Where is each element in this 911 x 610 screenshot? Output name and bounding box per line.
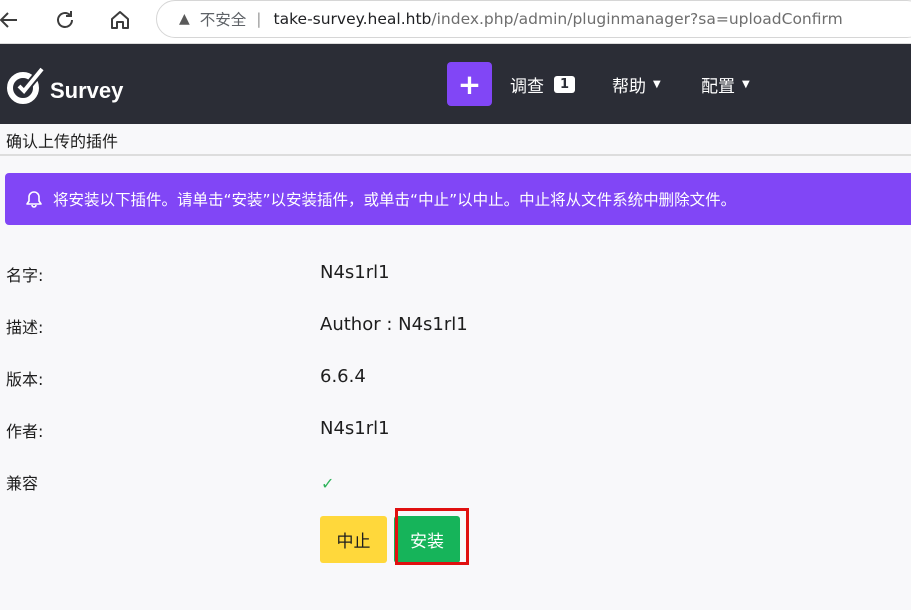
check-icon: ✓ — [321, 474, 335, 493]
url-path: /index.php/admin/pluginmanager?sa=upload… — [431, 10, 843, 28]
compatible-label: 兼容 — [6, 474, 39, 493]
help-menu-label: 帮助 — [612, 77, 646, 97]
browser-toolbar: ▲ 不安全 | take-survey.heal.htb/index.php/a… — [0, 0, 911, 44]
title-divider — [0, 154, 911, 156]
install-info-alert: 将安装以下插件。请单击“安装”以安装插件，或单击“中止”以中止。中止将从文件系统… — [5, 173, 911, 225]
install-highlight-box — [395, 508, 469, 565]
surveys-menu-label: 调查 — [510, 77, 544, 97]
address-separator: | — [256, 10, 262, 28]
author-label: 作者: — [6, 422, 44, 441]
description-value: Author : N4s1rl1 — [320, 314, 468, 335]
surveys-menu[interactable]: 调查 1 — [510, 72, 576, 97]
alert-message: 将安装以下插件。请单击“安装”以安装插件，或单击“中止”以中止。中止将从文件系统… — [53, 191, 737, 209]
surveys-count-badge: 1 — [554, 76, 576, 93]
create-survey-button[interactable]: + — [447, 62, 492, 106]
home-icon[interactable] — [105, 6, 135, 34]
description-label: 描述: — [6, 318, 44, 337]
configuration-menu[interactable]: 配置 ▼ — [701, 72, 750, 97]
chevron-down-icon: ▼ — [742, 79, 750, 90]
url-host: take-survey.heal.htb — [273, 10, 432, 28]
help-menu[interactable]: 帮助 ▼ — [612, 72, 661, 97]
name-label: 名字: — [6, 266, 44, 285]
version-value: 6.6.4 — [320, 366, 366, 387]
warning-triangle-icon[interactable]: ▲ — [179, 11, 190, 27]
bell-icon — [25, 190, 43, 208]
survey-logo-icon[interactable] — [5, 62, 46, 106]
configuration-menu-label: 配置 — [701, 77, 735, 97]
page-title: 确认上传的插件 — [6, 132, 119, 151]
reload-icon[interactable] — [50, 6, 80, 34]
address-bar[interactable]: ▲ 不安全 | take-survey.heal.htb/index.php/a… — [156, 0, 911, 38]
insecure-label: 不安全 — [199, 11, 247, 29]
version-label: 版本: — [6, 370, 44, 389]
abort-button[interactable]: 中止 — [320, 516, 387, 563]
chevron-down-icon: ▼ — [653, 79, 661, 90]
brand-name[interactable]: Survey — [50, 78, 123, 104]
name-value: N4s1rl1 — [320, 262, 390, 283]
author-value: N4s1rl1 — [320, 418, 390, 439]
app-navbar: Survey + 调查 1 帮助 ▼ 配置 ▼ — [0, 44, 911, 124]
back-arrow-icon[interactable] — [0, 6, 24, 34]
